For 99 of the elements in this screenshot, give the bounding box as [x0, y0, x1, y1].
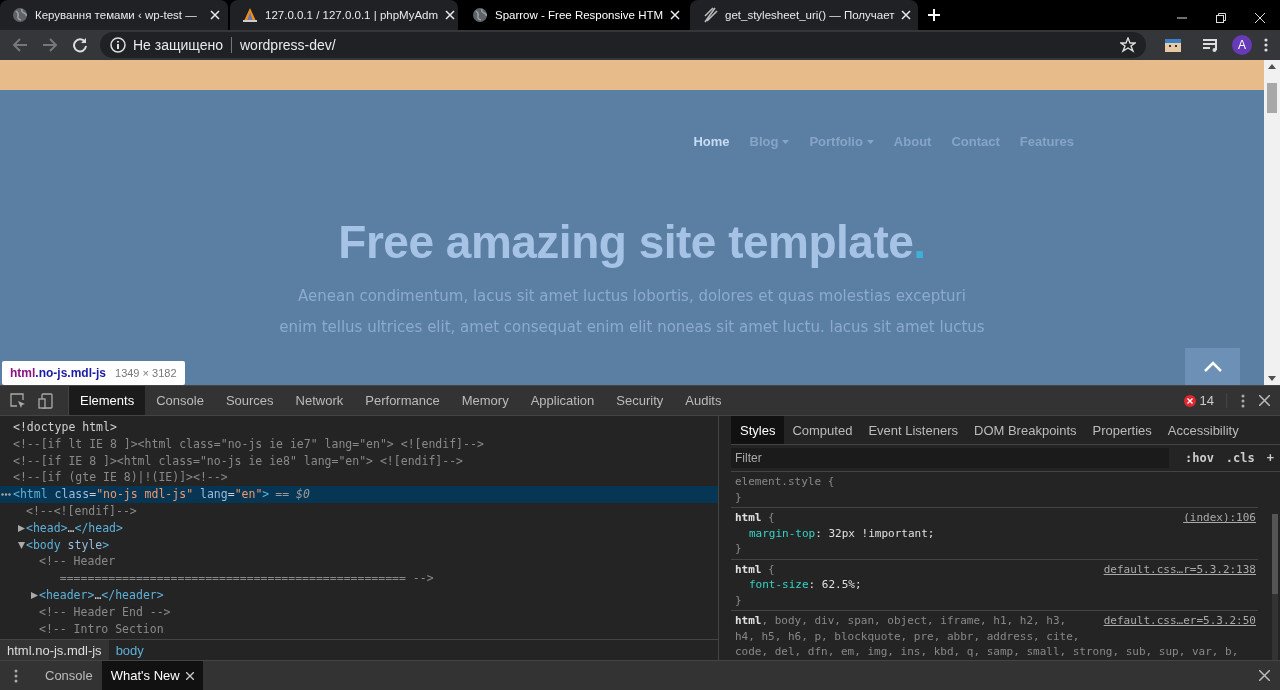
element-node[interactable]: <body style>: [26, 536, 110, 554]
devtools-tab[interactable]: Sources: [214, 386, 285, 415]
style-declaration[interactable]: margin-top: 32px !important;: [749, 526, 935, 540]
reload-icon[interactable]: [72, 37, 88, 53]
close-icon[interactable]: [1259, 395, 1270, 406]
scrollbar[interactable]: [1272, 514, 1278, 660]
address-bar[interactable]: Не защищено wordpress-dev/: [100, 32, 1146, 58]
sidebar-tab[interactable]: Computed: [784, 416, 861, 444]
profile-avatar[interactable]: A: [1232, 35, 1252, 55]
filter-field[interactable]: Filter: [731, 448, 1169, 468]
devtools-tab[interactable]: Audits: [674, 386, 733, 415]
rule-selector: html {: [735, 511, 775, 524]
sidebar-tab[interactable]: Event Listeners: [860, 416, 966, 444]
closing-brace: }: [735, 490, 742, 504]
style-declaration[interactable]: font-size: 62.5%;: [749, 578, 862, 591]
devtools-tab[interactable]: Performance: [354, 386, 451, 415]
rule-selector: html {: [735, 562, 775, 576]
comment-node[interactable]: <!--<![endif]-->: [26, 503, 137, 520]
more-icon: [1, 493, 11, 497]
scrollbar-thumb[interactable]: [1267, 83, 1277, 113]
source-link[interactable]: (index):106: [1183, 510, 1256, 526]
error-count[interactable]: 14: [1199, 393, 1214, 408]
disclosure-triangle-icon[interactable]: [17, 541, 25, 549]
restore-icon[interactable]: [1216, 13, 1226, 23]
extension-icon[interactable]: [1165, 37, 1181, 53]
scroll-top-button[interactable]: [1185, 348, 1240, 385]
menu-icon[interactable]: [1264, 38, 1268, 52]
scroll-up-arrow-icon[interactable]: [1268, 64, 1276, 69]
browser-tab[interactable]: Керування темами ‹ wp-test —: [0, 0, 228, 30]
element-size: 1349 × 3182: [115, 367, 177, 379]
url-text: wordpress-dev/: [240, 37, 336, 53]
breadcrumb[interactable]: body: [108, 640, 151, 660]
sidebar-tab[interactable]: Styles: [731, 416, 785, 444]
element-selector: html.no-js.mdl-js: [10, 366, 106, 380]
chevron-up-icon: [1203, 361, 1222, 372]
inspect-icon[interactable]: [10, 392, 26, 409]
filter-toggle[interactable]: .cls: [1225, 451, 1255, 465]
media-icon[interactable]: [1202, 37, 1220, 53]
drawer-tab[interactable]: Console: [36, 661, 102, 690]
browser-tab[interactable]: get_stylesheet_uri() — Получает: [690, 0, 918, 30]
quill-icon: [702, 7, 718, 23]
comment-node[interactable]: <!-- Header ================================================== -->: [39, 553, 434, 587]
element-node[interactable]: <head>…</head>: [26, 519, 123, 537]
devtools-tab[interactable]: Elements: [69, 386, 146, 415]
tab-title: Керування темами ‹ wp-test —: [35, 9, 198, 21]
back-icon[interactable]: [12, 37, 28, 53]
rule-selector: element.style {: [735, 475, 835, 488]
devtools-tab[interactable]: Memory: [450, 386, 520, 415]
browser-tab[interactable]: 127.0.0.1 / 127.0.0.1 | phpMyAdm: [230, 0, 458, 30]
comment-node[interactable]: <!--[if (gte IE 8)|!(IE)]><!-->: [13, 469, 228, 487]
sail-icon: [242, 7, 258, 23]
device-icon[interactable]: [38, 392, 54, 409]
element-node[interactable]: <html class="no-js mdl-js" lang="en">: [13, 486, 270, 503]
tab-title: get_stylesheet_uri() — Получает: [725, 9, 895, 21]
element-node[interactable]: <header>…</header>: [39, 586, 164, 604]
hero-heading: Free amazing site template.: [337, 215, 927, 269]
scrollbar[interactable]: [1264, 60, 1280, 385]
drawer-tab[interactable]: What's New: [101, 661, 203, 690]
globe-icon: [472, 7, 488, 23]
rule-selector: h4, h5, h6, p, blockquote, pre, abbr, address, cite,: [735, 629, 1080, 643]
star-icon[interactable]: [1120, 37, 1136, 53]
devtools-tab[interactable]: Network: [284, 386, 355, 415]
doctype-node[interactable]: <!doctype html>: [13, 419, 117, 436]
comment-node[interactable]: <!-- Header End -->: [39, 603, 171, 621]
error-icon: [1183, 394, 1196, 407]
new-tab-icon[interactable]: [928, 9, 940, 21]
more-options-icon[interactable]: [1241, 393, 1245, 408]
source-link[interactable]: default.css…r=5.3.2:138: [1103, 561, 1256, 577]
devtools-tab[interactable]: Console: [145, 386, 215, 415]
breadcrumb[interactable]: html.no-js.mdl-js: [0, 640, 109, 660]
close-icon[interactable]: [1255, 13, 1265, 23]
rule-selector: code, del, dfn, em, img, ins, kbd, q, samp, small, strong, sub, sup, var, b,: [735, 645, 1239, 658]
close-icon[interactable]: [185, 671, 194, 680]
comment-node[interactable]: <!--[if lt IE 8 ]><html class="no-js ie ie7" lang="en"> <![endif]-->: [13, 435, 484, 453]
security-label: Не защищено: [133, 37, 223, 53]
rule-selector: html, body, div, span, object, iframe, h1, h2, h3,: [735, 614, 1067, 627]
sidebar-tab[interactable]: Accessibility: [1159, 416, 1247, 444]
sidebar-tab[interactable]: Properties: [1084, 416, 1160, 444]
source-link[interactable]: default.css…er=5.3.2:50: [1103, 613, 1256, 629]
comment-node[interactable]: <!--[if IE 8 ]><html class="no-js ie ie8" lang="en"> <![endif]-->: [13, 452, 464, 470]
comment-node[interactable]: <!-- Intro Section: [39, 620, 164, 638]
close-icon[interactable]: [1259, 670, 1270, 681]
globe-icon: [12, 7, 28, 23]
closing-brace: }: [735, 542, 742, 555]
closing-brace: }: [735, 593, 742, 607]
disclosure-triangle-icon[interactable]: [17, 524, 25, 532]
devtools-tab[interactable]: Security: [605, 386, 675, 415]
more-options-icon[interactable]: [14, 668, 18, 683]
forward-icon[interactable]: [42, 37, 58, 53]
filter-toggle[interactable]: +: [1266, 451, 1274, 465]
filter-toggle[interactable]: :hov: [1184, 451, 1214, 465]
selected-node-note: == $0: [275, 486, 310, 503]
tab-title: 127.0.0.1 / 127.0.0.1 | phpMyAdm: [265, 9, 439, 21]
disclosure-triangle-icon[interactable]: [30, 591, 38, 599]
scroll-down-arrow-icon[interactable]: [1268, 376, 1276, 381]
tab-title: Sparrow - Free Responsive HTM: [495, 9, 664, 21]
devtools-tab[interactable]: Application: [519, 386, 606, 415]
sidebar-tab[interactable]: DOM Breakpoints: [966, 416, 1085, 444]
info-icon: [110, 37, 126, 53]
